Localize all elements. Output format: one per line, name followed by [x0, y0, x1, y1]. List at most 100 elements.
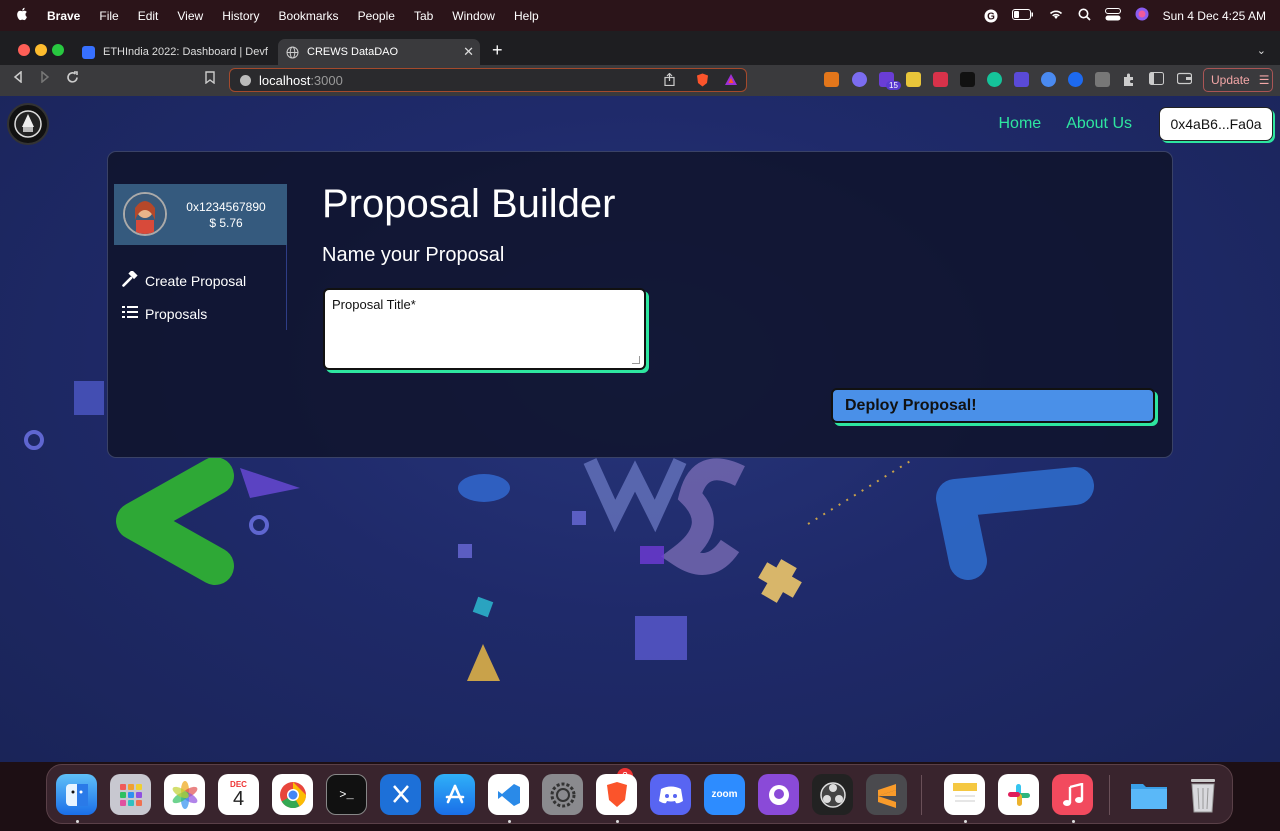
- wallet-address-button[interactable]: 0x4aB6...Fa0a: [1159, 107, 1273, 141]
- menu-app-name[interactable]: Brave: [47, 9, 80, 23]
- brave-rewards-icon[interactable]: [724, 73, 738, 89]
- sidebar-toggle-icon[interactable]: [1149, 72, 1164, 87]
- running-indicator: [616, 820, 619, 823]
- xcode-icon[interactable]: [380, 774, 421, 815]
- finder-icon[interactable]: [56, 774, 97, 815]
- bookmark-icon[interactable]: [205, 71, 215, 87]
- dock-divider: [921, 775, 922, 815]
- wifi-icon[interactable]: [1048, 8, 1064, 23]
- globe-icon: [286, 46, 299, 59]
- window-minimize-button[interactable]: [35, 44, 47, 56]
- menu-edit[interactable]: Edit: [138, 9, 159, 23]
- window-close-button[interactable]: [18, 44, 30, 56]
- github-desktop-icon[interactable]: [758, 774, 799, 815]
- terminal-icon[interactable]: >_: [326, 774, 367, 815]
- calendar-icon[interactable]: DEC 4: [218, 774, 259, 815]
- site-info-icon[interactable]: [240, 74, 251, 86]
- app-store-icon[interactable]: [434, 774, 475, 815]
- system-preferences-icon[interactable]: [542, 774, 583, 815]
- apple-icon[interactable]: [16, 7, 28, 24]
- extension-icon[interactable]: [960, 72, 975, 87]
- launchpad-icon[interactable]: [110, 774, 151, 815]
- tab-label: ETHIndia 2022: Dashboard | Devfoli: [103, 46, 268, 58]
- discord-icon[interactable]: [650, 774, 691, 815]
- running-indicator: [508, 820, 511, 823]
- svg-text:G: G: [987, 11, 995, 22]
- extension-icon[interactable]: [852, 72, 867, 87]
- tab-label: CREWS DataDAO: [307, 46, 399, 58]
- folder-icon[interactable]: [1128, 774, 1169, 815]
- new-tab-button[interactable]: +: [492, 40, 503, 61]
- music-icon[interactable]: [1052, 774, 1093, 815]
- sidebar-item-proposals[interactable]: Proposals: [122, 305, 207, 322]
- menu-window[interactable]: Window: [452, 9, 495, 23]
- back-button[interactable]: [13, 70, 23, 86]
- browser-toolbar: localhost :3000 15 Update ☰: [0, 65, 1280, 96]
- profile-card: 0x1234567890 $ 5.76: [114, 184, 287, 245]
- tab-search-chevron-icon[interactable]: ⌄: [1257, 44, 1266, 57]
- nav-home-link[interactable]: Home: [999, 115, 1042, 133]
- vscode-icon[interactable]: [488, 774, 529, 815]
- menu-help[interactable]: Help: [514, 9, 539, 23]
- proposal-title-field-wrapper: [323, 288, 646, 370]
- siri-icon[interactable]: [1135, 7, 1149, 24]
- share-icon[interactable]: [664, 72, 675, 89]
- grammarly-status-icon[interactable]: G: [984, 9, 998, 23]
- dock-divider: [1109, 775, 1110, 815]
- chrome-icon[interactable]: [272, 774, 313, 815]
- control-center-icon[interactable]: [1104, 7, 1121, 24]
- notion-extension-icon[interactable]: [1095, 72, 1110, 87]
- obs-icon[interactable]: [812, 774, 853, 815]
- update-label: Update: [1211, 73, 1250, 87]
- menu-file[interactable]: File: [99, 9, 118, 23]
- trash-icon[interactable]: [1182, 774, 1223, 815]
- deploy-proposal-button[interactable]: Deploy Proposal!: [831, 388, 1155, 423]
- running-indicator: [964, 820, 967, 823]
- menu-bookmarks[interactable]: Bookmarks: [279, 9, 339, 23]
- sublime-text-icon[interactable]: [866, 774, 907, 815]
- spotlight-search-icon[interactable]: [1078, 8, 1091, 24]
- proposal-builder-panel: 0x1234567890 $ 5.76 Create Proposal Prop…: [107, 151, 1173, 458]
- metamask-extension-icon[interactable]: [824, 72, 839, 87]
- window-zoom-button[interactable]: [52, 44, 64, 56]
- tab-close-icon[interactable]: ✕: [463, 44, 474, 60]
- extensions-puzzle-icon[interactable]: [1122, 72, 1137, 87]
- battery-icon[interactable]: [1011, 8, 1034, 23]
- update-button[interactable]: Update ☰: [1203, 68, 1273, 92]
- menu-history[interactable]: History: [222, 9, 259, 23]
- nav-about-link[interactable]: About Us: [1066, 115, 1132, 133]
- reload-button[interactable]: [66, 71, 79, 87]
- brave-shields-icon[interactable]: [696, 73, 709, 90]
- extension-icon[interactable]: [1068, 72, 1083, 87]
- tab-crews-datadao[interactable]: CREWS DataDAO ✕: [278, 39, 480, 65]
- menu-people[interactable]: People: [358, 9, 395, 23]
- photos-icon[interactable]: [164, 774, 205, 815]
- brave-icon[interactable]: [596, 774, 637, 815]
- page-viewport: Home About Us 0x4aB6...Fa0a 0x1234567890…: [0, 96, 1280, 762]
- list-icon: [122, 305, 138, 322]
- address-bar[interactable]: localhost :3000: [229, 68, 747, 92]
- sidebar: 0x1234567890 $ 5.76 Create Proposal Prop…: [114, 184, 287, 330]
- brave-wallet-icon[interactable]: [1176, 72, 1193, 87]
- menu-tab[interactable]: Tab: [414, 9, 433, 23]
- extension-icon[interactable]: [933, 72, 948, 87]
- forward-button[interactable]: [40, 70, 50, 86]
- tab-ethindia[interactable]: ETHIndia 2022: Dashboard | Devfoli: [74, 39, 276, 65]
- notes-icon[interactable]: [944, 774, 985, 815]
- running-indicator: [1072, 820, 1075, 823]
- sidebar-item-label: Create Proposal: [145, 272, 247, 289]
- zoom-icon[interactable]: zoom: [704, 774, 745, 815]
- extension-icon[interactable]: [906, 72, 921, 87]
- extension-icon[interactable]: [1041, 72, 1056, 87]
- resize-handle[interactable]: [632, 356, 640, 364]
- sidebar-item-create-proposal[interactable]: Create Proposal: [122, 269, 247, 290]
- slack-icon[interactable]: [998, 774, 1039, 815]
- grammarly-extension-icon[interactable]: [987, 72, 1002, 87]
- menu-view[interactable]: View: [177, 9, 203, 23]
- devfolio-icon: [82, 45, 95, 59]
- extension-icon[interactable]: [1014, 72, 1029, 87]
- proposal-title-input[interactable]: [325, 290, 644, 368]
- avatar: [123, 192, 167, 236]
- menubar-datetime[interactable]: Sun 4 Dec 4:25 AM: [1163, 9, 1266, 23]
- site-logo[interactable]: [7, 103, 49, 145]
